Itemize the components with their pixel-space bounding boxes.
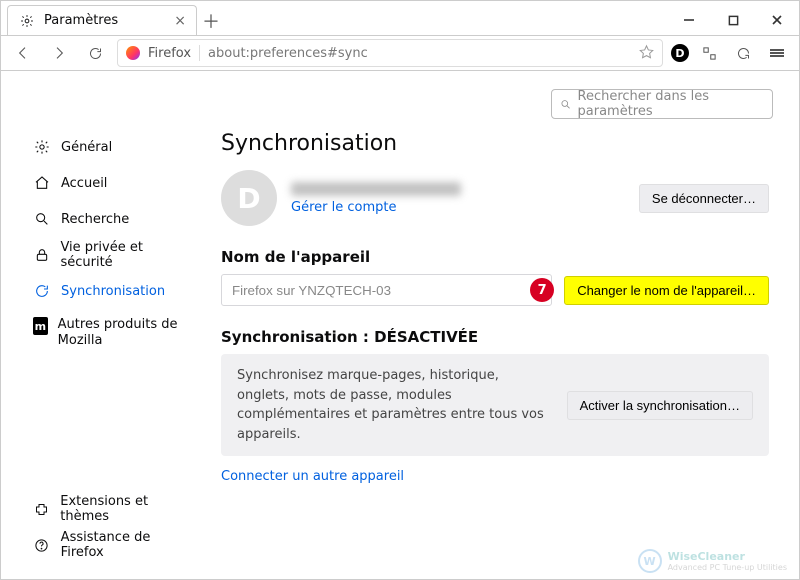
- connect-other-device-link[interactable]: Connecter un autre appareil: [221, 469, 404, 484]
- sync-status-heading: Synchronisation : DÉSACTIVÉE: [221, 328, 769, 346]
- device-row: 7 Changer le nom de l'appareil…: [221, 274, 769, 306]
- content-area: Rechercher dans les paramètres Général A…: [1, 71, 799, 579]
- url-bar[interactable]: Firefox about:preferences#sync: [117, 39, 663, 67]
- sidebar-item-label: Général: [61, 140, 112, 155]
- puzzle-icon: [33, 500, 50, 518]
- home-icon: [33, 174, 51, 192]
- sidebar-bottom: Extensions et thèmes Assistance de Firef…: [27, 493, 201, 579]
- sidebar-item-label: Autres produits de Mozilla: [58, 317, 195, 350]
- main-panel: Synchronisation D Gérer le compte Se déc…: [201, 71, 799, 579]
- mozilla-icon: m: [33, 317, 48, 335]
- window-close[interactable]: [755, 5, 799, 35]
- sidebar-item-label: Accueil: [61, 176, 107, 191]
- manage-account-link[interactable]: Gérer le compte: [291, 200, 461, 215]
- library-icon[interactable]: [729, 39, 757, 67]
- separator: [199, 45, 200, 61]
- account-name-redacted: [291, 182, 461, 196]
- sync-description: Synchronisez marque-pages, historique, o…: [237, 366, 553, 444]
- annotation-callout: 7: [530, 278, 554, 302]
- identity-label: Firefox: [148, 46, 191, 61]
- nav-toolbar: Firefox about:preferences#sync D: [1, 35, 799, 71]
- sidebar-item-label: Extensions et thèmes: [60, 494, 195, 524]
- device-heading: Nom de l'appareil: [221, 248, 769, 266]
- sync-card: Synchronisez marque-pages, historique, o…: [221, 354, 769, 456]
- sidebar-item-sync[interactable]: Synchronisation: [27, 275, 201, 307]
- sidebar-item-general[interactable]: Général: [27, 131, 201, 163]
- gear-icon: [33, 138, 51, 156]
- back-button[interactable]: [9, 39, 37, 67]
- sidebar-item-mozilla[interactable]: m Autres produits de Mozilla: [27, 311, 201, 350]
- tab-title: Paramètres: [44, 13, 118, 28]
- sidebar: Général Accueil Recherche Vie privée et …: [1, 71, 201, 579]
- sidebar-item-label: Vie privée et sécurité: [60, 240, 195, 270]
- sidebar-item-label: Assistance de Firefox: [61, 530, 195, 560]
- change-device-name-button[interactable]: Changer le nom de l'appareil…: [564, 276, 769, 305]
- device-name-input[interactable]: [221, 274, 552, 306]
- forward-button[interactable]: [45, 39, 73, 67]
- window-maximize[interactable]: [711, 5, 755, 35]
- settings-search[interactable]: Rechercher dans les paramètres: [551, 89, 773, 119]
- sidebar-item-privacy[interactable]: Vie privée et sécurité: [27, 239, 201, 271]
- watermark-tagline: Advanced PC Tune-up Utilities: [668, 563, 787, 572]
- sidebar-item-support[interactable]: Assistance de Firefox: [27, 529, 201, 561]
- activate-sync-button[interactable]: Activer la synchronisation…: [567, 391, 753, 420]
- disconnect-button[interactable]: Se déconnecter…: [639, 184, 769, 213]
- titlebar: Paramètres × ＋: [1, 1, 799, 35]
- lock-icon: [33, 246, 50, 264]
- firefox-icon: [126, 46, 140, 60]
- sidebar-item-home[interactable]: Accueil: [27, 167, 201, 199]
- watermark-name: WiseCleaner: [668, 550, 787, 563]
- toolbar-right: D: [671, 39, 791, 67]
- url-text: about:preferences#sync: [208, 46, 368, 61]
- bookmark-star-icon[interactable]: [639, 44, 654, 63]
- gear-icon: [18, 12, 36, 30]
- sidebar-item-search[interactable]: Recherche: [27, 203, 201, 235]
- browser-tab[interactable]: Paramètres ×: [7, 5, 197, 35]
- help-icon: [33, 536, 51, 554]
- new-tab-button[interactable]: ＋: [197, 7, 225, 35]
- menu-icon[interactable]: [763, 39, 791, 67]
- sidebar-item-extensions[interactable]: Extensions et thèmes: [27, 493, 201, 525]
- window-controls: [667, 5, 799, 35]
- window-minimize[interactable]: [667, 5, 711, 35]
- watermark: W WiseCleaner Advanced PC Tune-up Utilit…: [638, 549, 787, 573]
- settings-search-wrap: Rechercher dans les paramètres: [551, 89, 773, 119]
- search-icon: [33, 210, 51, 228]
- account-row: D Gérer le compte Se déconnecter…: [221, 170, 769, 226]
- extension-badge-icon[interactable]: D: [671, 44, 689, 62]
- screenshot-icon[interactable]: [695, 39, 723, 67]
- app-window: Paramètres × ＋ Firefox about:preferences…: [0, 0, 800, 580]
- sidebar-item-label: Synchronisation: [61, 284, 165, 299]
- page-title: Synchronisation: [221, 131, 769, 156]
- search-icon: [560, 98, 572, 111]
- sidebar-item-label: Recherche: [61, 212, 129, 227]
- settings-search-placeholder: Rechercher dans les paramètres: [578, 89, 765, 119]
- sync-icon: [33, 282, 51, 300]
- avatar: D: [221, 170, 277, 226]
- tab-close-icon[interactable]: ×: [174, 13, 186, 29]
- reload-button[interactable]: [81, 39, 109, 67]
- watermark-logo-icon: W: [638, 549, 662, 573]
